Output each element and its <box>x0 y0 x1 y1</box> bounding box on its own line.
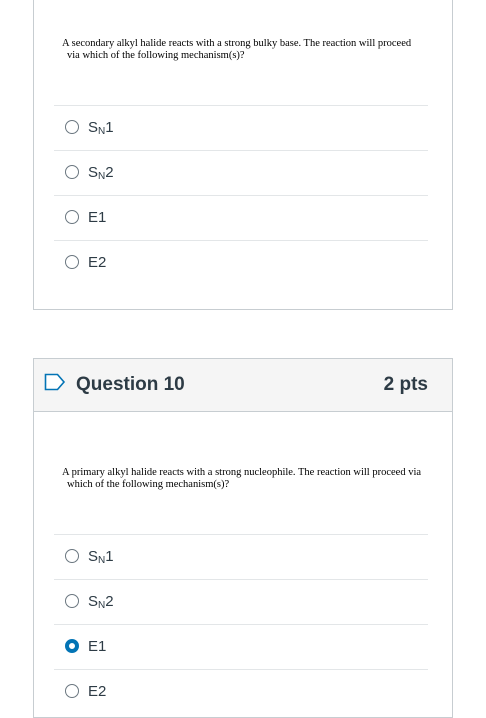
radio-button-selected-icon[interactable] <box>65 639 79 653</box>
answer-option[interactable]: E1 <box>54 195 428 240</box>
radio-button-icon[interactable] <box>65 255 79 269</box>
answer-label: SN1 <box>88 548 114 566</box>
answer-label: SN1 <box>88 119 114 137</box>
answer-option[interactable]: SN2 <box>54 150 428 195</box>
answer-option[interactable]: SN1 <box>54 105 428 150</box>
radio-button-icon[interactable] <box>65 549 79 563</box>
radio-button-icon[interactable] <box>65 120 79 134</box>
question-10-text-line2: which of the following mechanism(s)? <box>67 479 230 490</box>
answer-option[interactable]: E1 <box>54 624 428 669</box>
question-9-card: A secondary alkyl halide reacts with a s… <box>33 0 453 310</box>
question-title: Question 10 <box>76 374 185 395</box>
question-9-answers: SN1 SN2 E1 E2 <box>54 105 428 285</box>
question-9-text-line1: A secondary alkyl halide reacts with a s… <box>62 38 412 49</box>
question-10-card: Question 10 2 pts A primary alkyl halide… <box>33 358 453 718</box>
question-9-text: A secondary alkyl halide reacts with a s… <box>62 38 428 62</box>
bookmark-flag-icon[interactable] <box>44 373 66 396</box>
answer-option[interactable]: E2 <box>54 240 428 285</box>
question-10-answers: SN1 SN2 E1 E2 <box>54 534 428 714</box>
radio-button-icon[interactable] <box>65 684 79 698</box>
answer-option[interactable]: E2 <box>54 669 428 714</box>
radio-button-icon[interactable] <box>65 210 79 224</box>
question-points: 2 pts <box>383 374 428 395</box>
answer-option[interactable]: SN2 <box>54 579 428 624</box>
answer-label: E1 <box>88 638 107 655</box>
question-10-text-line1: A primary alkyl halide reacts with a str… <box>62 467 422 478</box>
radio-button-icon[interactable] <box>65 594 79 608</box>
question-header: Question 10 2 pts <box>34 359 452 412</box>
answer-label: E1 <box>88 209 107 226</box>
answer-label: SN2 <box>88 164 114 182</box>
answer-label: SN2 <box>88 593 114 611</box>
question-9-text-line2: via which of the following mechanism(s)? <box>67 50 245 61</box>
question-10-text: A primary alkyl halide reacts with a str… <box>62 467 428 491</box>
answer-label: E2 <box>88 683 107 700</box>
radio-button-icon[interactable] <box>65 165 79 179</box>
answer-label: E2 <box>88 254 107 271</box>
answer-option[interactable]: SN1 <box>54 534 428 579</box>
